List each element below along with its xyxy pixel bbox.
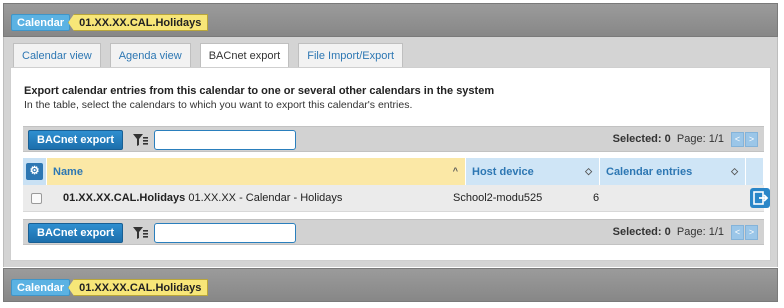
table-toolbar-top: BACnet export Selected: 0 Page: 1/1 < > bbox=[23, 126, 764, 152]
section-subtitle: In the table, select the calendars to wh… bbox=[24, 99, 413, 111]
pager: < > bbox=[731, 132, 758, 147]
export-icon[interactable] bbox=[750, 188, 770, 208]
column-header-name-label: Name bbox=[53, 165, 83, 178]
column-header-entries-label: Calendar entries bbox=[606, 165, 693, 178]
column-header-entries[interactable]: Calendar entries ◇ bbox=[600, 158, 746, 185]
selection-info: Selected: 0 Page: 1/1 bbox=[613, 226, 724, 238]
gear-icon[interactable]: ⚙ bbox=[26, 163, 43, 180]
cell-name: 01.XX.XX.CAL.Holidays 01.XX.XX - Calenda… bbox=[63, 192, 342, 204]
selected-count: 0 bbox=[664, 133, 671, 145]
filter-icon[interactable] bbox=[131, 131, 149, 149]
page-value: 1/1 bbox=[708, 226, 724, 238]
bacnet-export-button[interactable]: BACnet export bbox=[28, 130, 124, 150]
row-checkbox[interactable] bbox=[31, 192, 42, 204]
page-label: Page: bbox=[676, 226, 706, 238]
sort-icon: ◇ bbox=[731, 166, 738, 176]
next-page-button[interactable]: > bbox=[745, 132, 758, 147]
table-toolbar-bottom: BACnet export Selected: 0 Page: 1/1 < > bbox=[23, 219, 764, 245]
next-page-button[interactable]: > bbox=[745, 225, 758, 240]
sort-icon: ◇ bbox=[585, 166, 592, 176]
table-header: ⚙ Name ^ Host device ◇ Calendar entries … bbox=[23, 158, 764, 185]
tab-file-import-export[interactable]: File Import/Export bbox=[298, 43, 404, 68]
table-row[interactable]: 01.XX.XX.CAL.Holidays 01.XX.XX - Calenda… bbox=[23, 185, 770, 212]
filter-icon[interactable] bbox=[131, 224, 149, 242]
cell-calendar-entries: 6 bbox=[593, 192, 600, 204]
column-header-name[interactable]: Name ^ bbox=[47, 158, 466, 185]
tab-agenda-view[interactable]: Agenda view bbox=[109, 43, 191, 68]
tab-bar: Calendar view Agenda view BACnet export … bbox=[13, 43, 404, 69]
breadcrumb: Calendar 01.XX.XX.CAL.Holidays bbox=[11, 279, 209, 296]
selection-info: Selected: 0 Page: 1/1 bbox=[613, 133, 724, 145]
column-header-actions bbox=[746, 158, 764, 185]
selected-label: Selected: bbox=[612, 226, 662, 238]
breadcrumb-calendar[interactable]: Calendar bbox=[11, 279, 71, 296]
tab-calendar-view[interactable]: Calendar view bbox=[13, 43, 101, 68]
breadcrumb-object[interactable]: 01.XX.XX.CAL.Holidays bbox=[68, 279, 209, 296]
cell-name-description: 01.XX.XX - Calendar - Holidays bbox=[188, 192, 343, 204]
prev-page-button[interactable]: < bbox=[731, 225, 744, 240]
cell-name-object: 01.XX.XX.CAL.Holidays bbox=[63, 192, 186, 204]
selected-count: 0 bbox=[664, 226, 671, 238]
bacnet-export-button[interactable]: BACnet export bbox=[28, 223, 124, 243]
column-header-host[interactable]: Host device ◇ bbox=[466, 158, 600, 185]
cell-host-device: School2-modu525 bbox=[453, 192, 543, 204]
footer-bar: Calendar 01.XX.XX.CAL.Holidays bbox=[3, 268, 778, 302]
sort-asc-icon: ^ bbox=[452, 166, 458, 176]
pager: < > bbox=[731, 225, 758, 240]
section-title: Export calendar entries from this calend… bbox=[24, 85, 495, 97]
selected-label: Selected: bbox=[612, 133, 662, 145]
tab-bacnet-export[interactable]: BACnet export bbox=[199, 43, 290, 69]
column-settings-cell: ⚙ bbox=[23, 158, 47, 185]
page-value: 1/1 bbox=[708, 133, 724, 145]
filter-input[interactable] bbox=[154, 130, 296, 150]
breadcrumb: Calendar 01.XX.XX.CAL.Holidays bbox=[11, 14, 209, 31]
filter-input[interactable] bbox=[154, 223, 296, 243]
prev-page-button[interactable]: < bbox=[731, 132, 744, 147]
page-label: Page: bbox=[676, 133, 706, 145]
breadcrumb-object[interactable]: 01.XX.XX.CAL.Holidays bbox=[68, 14, 209, 31]
header-bar: Calendar 01.XX.XX.CAL.Holidays bbox=[3, 3, 778, 37]
breadcrumb-calendar[interactable]: Calendar bbox=[11, 14, 71, 31]
column-header-host-label: Host device bbox=[472, 165, 534, 178]
